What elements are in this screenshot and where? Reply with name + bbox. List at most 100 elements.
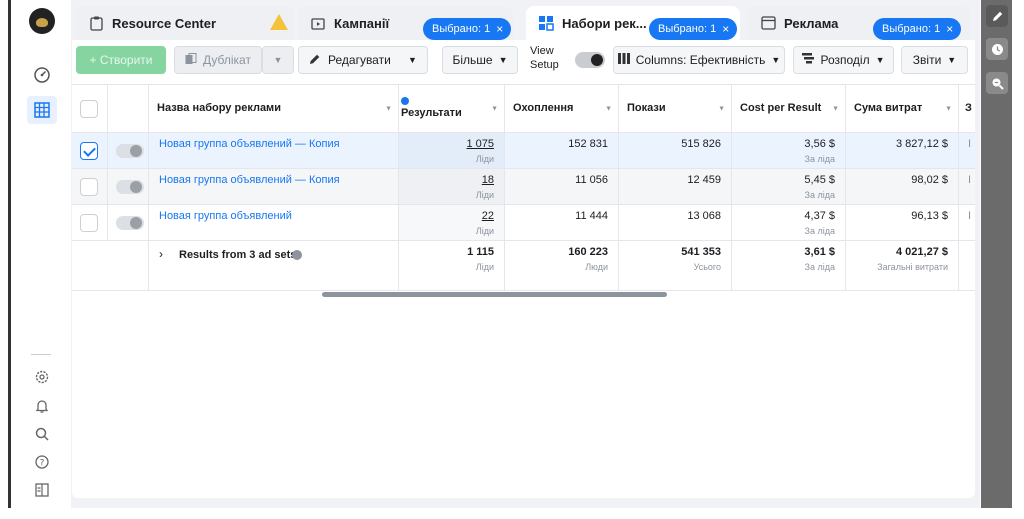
duplicate-dropdown-button[interactable]: ▼ [262,46,294,74]
report-panel-icon[interactable] [31,479,53,501]
close-icon[interactable]: × [946,22,953,36]
more-button[interactable]: Більше ▼ [442,46,518,74]
ad-set-on-off-toggle[interactable] [116,143,144,158]
ads-selected-chip[interactable]: Выбрано: 1 × [873,18,962,40]
reports-button[interactable]: Звіти ▼ [901,46,968,74]
tab-campaigns[interactable]: Кампанії Выбрано: 1 × [298,6,513,40]
column-header-results[interactable]: Результати ▼ [399,85,505,132]
breakdown-button[interactable]: Розподіл ▼ [793,46,894,74]
horizontal-scrollbar[interactable] [322,292,667,297]
edit-dropdown-button[interactable]: ▼ [398,46,428,74]
totals-label-cell[interactable]: › Results from 3 ad sets [149,241,399,290]
results-unit: Ліди [475,190,494,200]
clipboard-icon [88,15,104,31]
pencil-edit-icon[interactable] [986,5,1008,27]
column-header-amount-spent[interactable]: Сума витрат ▼ [846,85,959,132]
ad-set-name-cell: Новая группа объявлений — Копия [149,169,399,204]
column-header-cost-per-result[interactable]: Cost per Result ▼ [732,85,846,132]
search-icon[interactable] [31,423,53,445]
tab-ads[interactable]: Реклама Выбрано: 1 × [748,6,970,40]
totals-reach-value: 160 223 [568,246,608,258]
settings-gear-icon[interactable] [31,366,53,388]
close-icon[interactable]: × [496,22,503,36]
column-header-extra[interactable]: З [959,85,975,132]
column-header-impressions[interactable]: Покази ▼ [619,85,732,132]
duplicate-icon [185,52,197,68]
cost-per-result-value: 4,37 $ [804,210,835,222]
reach-value: 11 444 [575,210,608,222]
row-checkbox[interactable] [80,213,98,232]
reach-cell: 11 444 [505,205,619,240]
close-icon[interactable]: × [722,22,729,36]
info-icon[interactable] [292,250,302,260]
totals-extra-cell [959,241,975,290]
table-row[interactable]: Новая группа объявлений 22 Ліди 11 444 13… [72,205,975,241]
ad-set-name-link[interactable]: Новая группа объявлений — Копия [159,138,340,150]
column-header-reach[interactable]: Охоплення ▼ [505,85,619,132]
ad-sets-selected-chip[interactable]: Выбрано: 1 × [649,18,738,40]
history-clock-icon[interactable] [986,38,1008,60]
ad-sets-table: Назва набору реклами ▼ Результати ▼ Охопле… [72,84,975,294]
table-row[interactable]: Новая группа объявлений — Копия 1 075 Лід… [72,133,975,169]
chevron-right-icon[interactable]: › [159,247,163,261]
tab-ad-sets[interactable]: Набори рек... Выбрано: 1 × [526,6,740,40]
dashboard-gauge-icon[interactable] [31,64,53,86]
help-question-icon[interactable]: ? [31,451,53,473]
extra-value: I [967,174,971,186]
warning-triangle-icon[interactable] [269,13,289,34]
info-icon[interactable] [401,97,409,105]
campaigns-selected-chip[interactable]: Выбрано: 1 × [423,18,512,40]
reach-cell: 11 056 [505,169,619,204]
row-toggle-cell [108,169,149,204]
impressions-cell: 515 826 [619,133,732,168]
impressions-cell: 12 459 [619,169,732,204]
results-unit: Ліди [475,226,494,236]
profile-avatar[interactable] [29,8,55,34]
extra-value: I [967,138,971,150]
results-value[interactable]: 22 [482,210,494,222]
totals-cost-per-result-cell: 3,61 $ За ліда [732,241,846,290]
tab-resource-center[interactable]: Resource Center [76,6,294,40]
sort-icon: ▼ [385,105,392,112]
results-cell: 1 075 Ліди [399,133,505,168]
cost-per-result-cell: 3,56 $ За ліда [732,133,846,168]
chevron-down-icon: ▼ [771,55,781,65]
view-setup-toggle[interactable] [575,52,605,68]
columns-button-label: Columns: Ефективність [635,53,766,67]
totals-results-cell: 1 115 Ліди [399,241,505,290]
notifications-bell-icon[interactable] [31,395,53,417]
column-header-name-label: Назва набору реклами [157,102,281,114]
ad-set-on-off-toggle[interactable] [116,215,144,230]
zoom-search-icon[interactable] [986,72,1008,94]
cost-per-result-cell: 5,45 $ За ліда [732,169,846,204]
row-checkbox[interactable] [80,141,98,160]
table-row[interactable]: Новая группа объявлений — Копия 18 Ліди 1… [72,169,975,205]
ad-set-name-cell: Новая группа объявлений — Копия [149,133,399,168]
column-header-name[interactable]: Назва набору реклами ▼ [149,85,399,132]
row-checkbox[interactable] [80,177,98,196]
totals-amount-spent-cell: 4 021,27 $ Загальні витрати [846,241,959,290]
breakdown-icon [802,53,815,67]
table-grid-icon[interactable] [27,96,57,124]
ads-selected-chip-label: Выбрано: 1 [882,23,941,35]
toggle-header-cell [108,85,149,132]
columns-button[interactable]: Columns: Ефективність ▼ [613,46,785,74]
ad-sets-selected-chip-label: Выбрано: 1 [658,23,717,35]
select-all-checkbox[interactable] [80,99,98,118]
tab-ad-sets-label: Набори рек... [562,15,647,31]
ad-set-name-link[interactable]: Новая группа объявлений [159,210,292,222]
results-value[interactable]: 1 075 [466,138,494,150]
extra-cell: I [959,133,975,168]
extra-value: I [967,210,971,222]
more-button-label: Більше [452,53,493,67]
impressions-value: 515 826 [681,138,721,150]
ad-set-name-link[interactable]: Новая группа объявлений — Копия [159,174,340,186]
ad-set-on-off-toggle[interactable] [116,179,144,194]
results-value[interactable]: 18 [482,174,494,186]
totals-impressions-cell: 541 353 Усього [619,241,732,290]
duplicate-button[interactable]: Дублікат [174,46,262,74]
edit-button-label: Редагувати [328,53,391,67]
create-button[interactable]: + Створити [76,46,166,74]
impressions-value: 13 068 [687,210,721,222]
sort-icon: ▼ [832,105,839,112]
